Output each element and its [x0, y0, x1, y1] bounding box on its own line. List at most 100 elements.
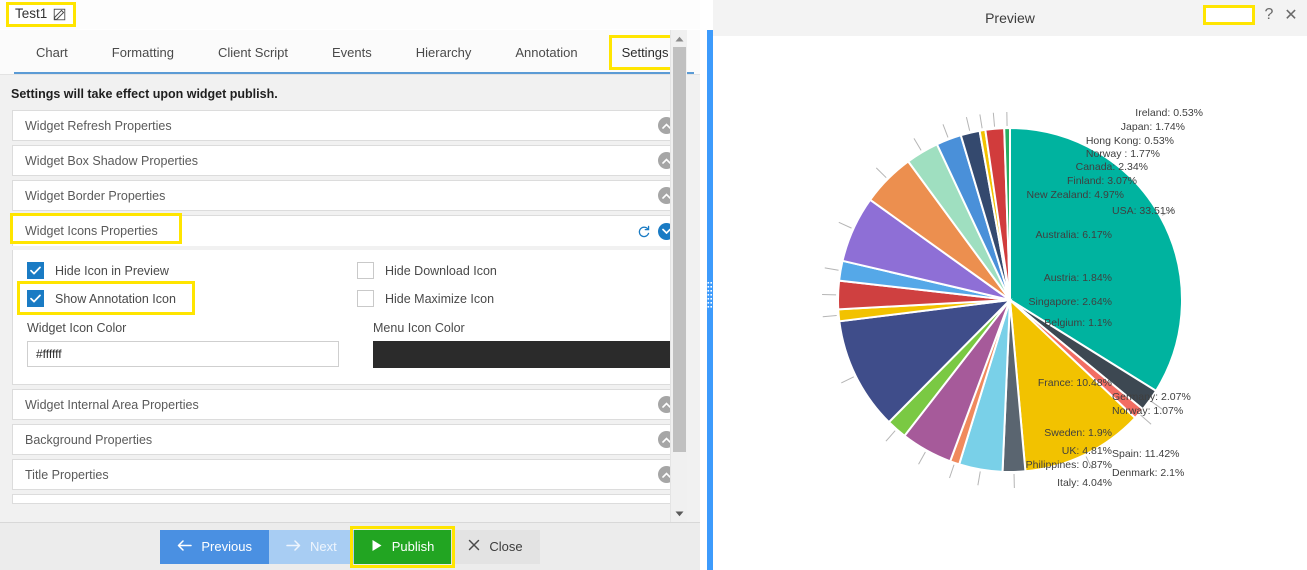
section-title-properties[interactable]: Title Properties	[12, 459, 686, 490]
close-button[interactable]: Close	[451, 529, 540, 564]
widget-icons-properties-body: Hide Icon in Preview Hide Download Icon …	[12, 250, 686, 385]
pie-leader-line	[949, 464, 955, 479]
pie-leader-line	[913, 138, 922, 151]
pie-leader-line	[942, 124, 949, 138]
color-fields-grid: Widget Icon Color Menu Icon Color	[27, 321, 678, 368]
checkbox-label: Show Annotation Icon	[55, 291, 176, 306]
tab-hierarchy[interactable]: Hierarchy	[394, 30, 494, 74]
highlighted-empty-region[interactable]	[1203, 5, 1255, 25]
tab-annotation[interactable]: Annotation	[493, 30, 599, 74]
section-widget-icons-properties[interactable]: Widget Icons Properties	[10, 213, 686, 246]
pie-slice-label: Italy: 4.04%	[1057, 477, 1112, 489]
tab-bar: Chart Formatting Client Script Events Hi…	[0, 30, 700, 75]
pie-slice-label: Austria: 1.84%	[1043, 272, 1112, 284]
checkbox-row-hide-download-icon[interactable]: Hide Download Icon	[357, 262, 671, 279]
menu-icon-color-swatch[interactable]	[373, 341, 678, 368]
pie-slice-label: Canada: 2.34%	[1075, 161, 1148, 173]
section-label: Title Properties	[25, 467, 109, 482]
menu-icon-color-label: Menu Icon Color	[373, 321, 465, 335]
checkbox-hide-icon-in-preview[interactable]	[27, 262, 44, 279]
tab-client-script-label: Client Script	[217, 44, 289, 60]
checkbox-row-show-annotation-icon[interactable]: Show Annotation Icon	[17, 281, 357, 315]
pie-slice-label: Finland: 3.07%	[1066, 175, 1137, 187]
widget-settings-window: Test1 Chart Formatting Client Script Eve…	[0, 0, 1307, 570]
publish-button-wrapper: Publish	[349, 525, 456, 568]
edit-pencil-icon[interactable]	[53, 8, 66, 21]
scroll-down-arrow-icon[interactable]	[671, 505, 688, 522]
tab-chart[interactable]: Chart	[14, 30, 90, 74]
settings-notice: Settings will take effect upon widget pu…	[11, 87, 278, 101]
publish-button-label: Publish	[391, 539, 435, 554]
preview-title: Preview	[985, 10, 1035, 26]
scrollbar-thumb[interactable]	[672, 47, 686, 452]
pie-slice-label: Philippines: 0.87%	[1025, 459, 1112, 471]
pie-leader-line	[875, 167, 887, 179]
checkbox-label: Hide Maximize Icon	[385, 291, 495, 306]
tab-formatting-label: Formatting	[111, 44, 174, 60]
tab-client-script[interactable]: Client Script	[196, 30, 310, 74]
pie-leader-line	[977, 471, 981, 486]
document-title: Test1	[15, 6, 48, 22]
previous-button[interactable]: Previous	[160, 529, 269, 564]
arrow-right-icon	[286, 539, 301, 554]
pie-leader-line	[918, 451, 926, 465]
scroll-up-arrow-icon[interactable]	[671, 30, 688, 47]
window-titlebar: Test1	[0, 0, 700, 30]
section-widget-internal-area-properties[interactable]: Widget Internal Area Properties	[12, 389, 686, 420]
scrollbar-track[interactable]	[671, 47, 688, 505]
checkbox-show-annotation-icon[interactable]	[27, 290, 44, 307]
refresh-icon[interactable]	[636, 224, 651, 239]
section-label: Widget Border Properties	[25, 188, 166, 203]
section-widget-box-shadow-properties[interactable]: Widget Box Shadow Properties	[12, 145, 686, 176]
pie-slice-label: Sweden: 1.9%	[1044, 427, 1112, 439]
pie-slice-label: Norway : 1.77%	[1085, 148, 1160, 160]
tab-events[interactable]: Events	[310, 30, 394, 74]
pie-slice-label: Belgium: 1.1%	[1044, 317, 1112, 329]
tab-formatting[interactable]: Formatting	[90, 30, 196, 74]
pie-slice-label: Australia: 6.17%	[1035, 229, 1112, 241]
close-icon[interactable]: ✕	[1283, 5, 1299, 25]
checkbox-hide-download-icon[interactable]	[357, 262, 374, 279]
checkbox-row-hide-icon-in-preview[interactable]: Hide Icon in Preview	[27, 262, 357, 279]
widget-icon-color-group: Widget Icon Color	[27, 321, 357, 368]
settings-panel: Test1 Chart Formatting Client Script Eve…	[0, 0, 700, 570]
publish-button[interactable]: Publish	[353, 529, 452, 564]
pie-slice-label: Norway: 1.07%	[1112, 405, 1184, 417]
pie-slice-label: Germany: 2.07%	[1112, 391, 1191, 403]
action-footer: Previous Next Publish Close	[0, 522, 700, 570]
section-label: Widget Icons Properties	[25, 224, 158, 238]
pie-chart-preview: Ireland: 0.53% Japan: 1.74% Hong Kong: 0.5…	[713, 36, 1307, 570]
document-title-chip[interactable]: Test1	[6, 2, 77, 27]
checkbox-row-hide-maximize-icon[interactable]: Hide Maximize Icon	[357, 290, 671, 307]
icon-options-grid: Hide Icon in Preview Hide Download Icon …	[17, 262, 671, 315]
tab-annotation-label: Annotation	[515, 44, 578, 60]
widget-icon-color-input[interactable]	[27, 341, 339, 367]
tab-settings-label: Settings	[621, 44, 669, 60]
tab-list: Chart Formatting Client Script Events Hi…	[0, 30, 691, 74]
arrow-left-icon	[177, 539, 193, 554]
close-button-label: Close	[489, 539, 523, 554]
pie-leader-line	[824, 267, 839, 271]
menu-icon-color-group: Menu Icon Color	[373, 321, 678, 368]
checkbox-hide-maximize-icon[interactable]	[357, 290, 374, 307]
tab-hierarchy-label: Hierarchy	[415, 44, 472, 60]
pie-leader-line	[822, 315, 837, 318]
close-x-icon	[468, 539, 480, 554]
section-label: Widget Box Shadow Properties	[25, 153, 199, 168]
pie-slice-label: Hong Kong: 0.53%	[1085, 135, 1174, 147]
pie-leader-line	[965, 117, 971, 131]
section-background-properties[interactable]: Background Properties	[12, 424, 686, 455]
section-widget-refresh-properties[interactable]: Widget Refresh Properties	[12, 110, 686, 141]
pie-slice-label: Ireland: 0.53%	[1135, 107, 1203, 119]
section-partial-next[interactable]	[12, 494, 686, 504]
pie-slice-label: Spain: 11.42%	[1112, 448, 1180, 460]
pie-slice-label: New Zealand: 4.97%	[1026, 189, 1124, 201]
pie-slice-label: USA: 33.51%	[1112, 205, 1176, 217]
settings-scrollbar[interactable]	[670, 30, 687, 522]
pie-leader-line	[979, 114, 983, 129]
pie-chart-svg[interactable]	[713, 36, 1307, 570]
help-icon[interactable]: ?	[1261, 6, 1277, 24]
section-widget-border-properties[interactable]: Widget Border Properties	[12, 180, 686, 211]
pie-leader-line	[841, 376, 855, 384]
next-button[interactable]: Next	[268, 529, 354, 564]
